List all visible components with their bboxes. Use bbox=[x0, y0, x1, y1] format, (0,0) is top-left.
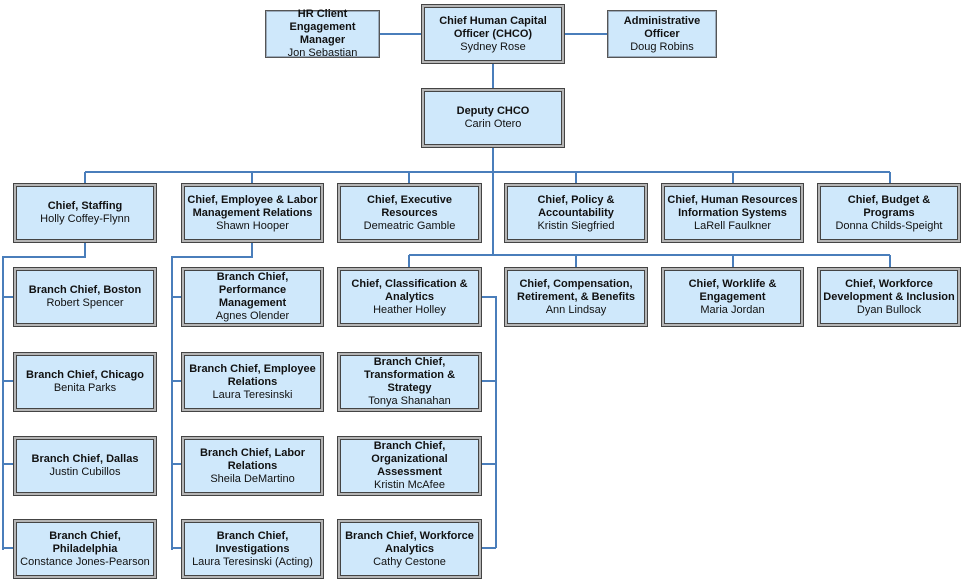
org-box-chief[interactable]: Chief, Classification & Analytics Heather… bbox=[337, 267, 482, 327]
box-name: Kristin McAfee bbox=[374, 479, 445, 491]
org-box-chco[interactable]: Chief Human Capital Officer (CHCO) Sydne… bbox=[421, 4, 565, 64]
box-name: Kristin Siegfried bbox=[537, 219, 615, 232]
box-name: Robert Spencer bbox=[46, 297, 124, 309]
org-box-hr-client-engagement-manager[interactable]: HR Client Engagement Manager Jon Sebasti… bbox=[265, 8, 380, 59]
org-box-branch-chief[interactable]: Branch Chief, Transformation & Strategy T… bbox=[337, 352, 482, 412]
box-name: Maria Jordan bbox=[700, 303, 765, 316]
org-box-deputy-chco[interactable]: Deputy CHCO Carin Otero bbox=[421, 88, 565, 148]
box-name: Dyan Bullock bbox=[856, 303, 922, 316]
box-title: Chief, Compensation, Retirement, & Benef… bbox=[517, 277, 635, 303]
org-box-branch-chief[interactable]: Branch Chief, Philadelphia Constance Jone… bbox=[13, 519, 157, 579]
org-box-branch-chief[interactable]: Branch Chief, Boston Robert Spencer bbox=[13, 267, 157, 327]
box-title: Branch Chief, Workforce Analytics bbox=[345, 529, 474, 555]
org-box-branch-chief[interactable]: Branch Chief, Employee Relations Laura Te… bbox=[181, 352, 324, 412]
box-name: Constance Jones-Pearson bbox=[20, 555, 150, 568]
box-title: Chief, Policy & Accountability bbox=[537, 193, 615, 219]
box-name: Heather Holley bbox=[373, 303, 446, 316]
box-title: Chief, Employee & Labor Management Relat… bbox=[187, 193, 318, 219]
box-name: Doug Robins bbox=[630, 40, 694, 53]
org-box-branch-chief[interactable]: Branch Chief, Organizational Assessment K… bbox=[337, 436, 482, 496]
box-title: Branch Chief, Chicago bbox=[26, 369, 144, 381]
org-box-branch-chief[interactable]: Branch Chief, Chicago Benita Parks bbox=[13, 352, 157, 412]
box-title: Chief, Classification & Analytics bbox=[351, 277, 468, 303]
org-box-chief[interactable]: Chief, Workforce Development & Inclusion… bbox=[817, 267, 961, 327]
box-title: Branch Chief, Transformation & Strategy bbox=[363, 356, 456, 394]
org-box-chief[interactable]: Chief, Employee & Labor Management Relat… bbox=[181, 183, 324, 243]
box-name: Laura Teresinski (Acting) bbox=[192, 555, 313, 568]
box-title: HR Client Engagement Manager bbox=[289, 8, 356, 46]
box-name: LaRell Faulkner bbox=[693, 219, 772, 232]
box-name: Sheila DeMartino bbox=[210, 472, 295, 485]
box-name: Laura Teresinski bbox=[212, 388, 293, 401]
org-box-chief[interactable]: Chief, Compensation, Retirement, & Benef… bbox=[504, 267, 648, 327]
org-box-chief[interactable]: Chief, Budget & Programs Donna Childs-Spe… bbox=[817, 183, 961, 243]
box-name: Cathy Cestone bbox=[373, 555, 446, 568]
box-name: Jon Sebastian bbox=[287, 47, 358, 59]
org-box-chief[interactable]: Chief, Executive Resources Demeatric Gamb… bbox=[337, 183, 482, 243]
box-title: Branch Chief, Boston bbox=[28, 284, 142, 296]
box-title: Branch Chief, Employee Relations bbox=[189, 362, 316, 388]
org-box-branch-chief[interactable]: Branch Chief, Workforce Analytics Cathy C… bbox=[337, 519, 482, 579]
box-title: Chief Human Capital Officer (CHCO) bbox=[439, 14, 547, 40]
box-title: Branch Chief, Labor Relations bbox=[199, 446, 306, 472]
box-title: Branch Chief, Organizational Assessment bbox=[371, 440, 448, 478]
box-title: Chief, Budget & Programs bbox=[847, 193, 931, 219]
box-title: Branch Chief, Investigations bbox=[215, 529, 290, 555]
box-name: Ann Lindsay bbox=[545, 303, 607, 316]
box-title: Chief, Human Resources Information Syste… bbox=[667, 193, 798, 219]
box-title: Chief, Worklife & Engagement bbox=[688, 277, 777, 303]
org-box-chief[interactable]: Chief, Policy & Accountability Kristin Si… bbox=[504, 183, 648, 243]
box-name: Holly Coffey-Flynn bbox=[40, 213, 130, 225]
box-title: Branch Chief, Performance Management bbox=[216, 271, 289, 309]
org-box-administrative-officer[interactable]: Administrative Officer Doug Robins bbox=[607, 10, 717, 58]
box-title: Chief, Staffing bbox=[47, 200, 123, 212]
org-box-branch-chief[interactable]: Branch Chief, Dallas Justin Cubillos bbox=[13, 436, 157, 496]
box-name: Justin Cubillos bbox=[49, 466, 121, 478]
box-name: Agnes Olender bbox=[215, 310, 290, 322]
box-title: Chief, Workforce Development & Inclusion bbox=[823, 277, 955, 303]
box-name: Demeatric Gamble bbox=[363, 219, 456, 232]
org-box-chief[interactable]: Chief, Human Resources Information Syste… bbox=[661, 183, 804, 243]
box-name: Tonya Shanahan bbox=[368, 395, 451, 407]
box-name: Donna Childs-Speight bbox=[835, 219, 943, 232]
org-box-branch-chief[interactable]: Branch Chief, Investigations Laura Teresi… bbox=[181, 519, 324, 579]
box-title: Chief, Executive Resources bbox=[367, 193, 452, 219]
box-name: Sydney Rose bbox=[460, 40, 526, 53]
box-title: Deputy CHCO bbox=[456, 105, 530, 117]
org-box-branch-chief[interactable]: Branch Chief, Performance Management Agne… bbox=[181, 267, 324, 327]
box-title: Branch Chief, Dallas bbox=[31, 453, 139, 465]
box-name: Benita Parks bbox=[53, 382, 117, 394]
box-title: Administrative Officer bbox=[623, 14, 701, 40]
box-name: Carin Otero bbox=[464, 118, 522, 130]
box-title: Branch Chief, Philadelphia bbox=[49, 529, 121, 555]
org-box-branch-chief[interactable]: Branch Chief, Labor Relations Sheila DeMa… bbox=[181, 436, 324, 496]
box-name: Shawn Hooper bbox=[216, 219, 289, 232]
org-box-chief[interactable]: Chief, Staffing Holly Coffey-Flynn bbox=[13, 183, 157, 243]
org-box-chief[interactable]: Chief, Worklife & Engagement Maria Jordan bbox=[661, 267, 804, 327]
